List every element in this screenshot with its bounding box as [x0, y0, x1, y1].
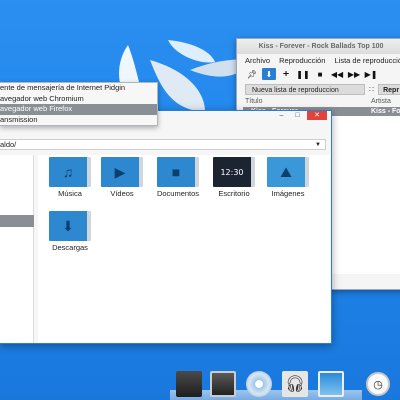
maximize-icon[interactable]: □: [292, 111, 303, 120]
folder-downloads[interactable]: ⬇ Descargas: [44, 211, 96, 252]
folder-icon-box: ▶: [101, 157, 143, 187]
picture-app-icon[interactable]: [318, 371, 344, 397]
folder-icon-box: ♫: [49, 157, 91, 187]
column-title[interactable]: Título: [245, 97, 371, 107]
shuffle-icon[interactable]: ⬇: [262, 68, 276, 80]
menu-archivo[interactable]: Archivo: [245, 56, 270, 65]
menu-item-chromium[interactable]: avegador web Chromium: [0, 94, 157, 105]
folder-label: Vídeos: [110, 189, 134, 198]
playlist-header: Título Artista: [237, 97, 400, 107]
stop-icon[interactable]: ■: [313, 68, 327, 80]
menu-lista[interactable]: Lista de reproducción: [334, 56, 400, 65]
image-icon: ⛰: [280, 163, 292, 180]
terminal-app-icon[interactable]: [176, 371, 202, 397]
player-title: Kiss - Forever - Rock Ballads Top 100: [237, 39, 400, 54]
headphones-app-icon[interactable]: 🎧︎: [282, 371, 308, 397]
menu-item-pidgin[interactable]: ente de mensajería de Internet Pidgin: [0, 83, 157, 94]
close-icon[interactable]: ✕: [307, 111, 327, 120]
sidebar-selected-item[interactable]: [0, 215, 34, 227]
player-toolbar: 📌︎ ⬇ ➕︎ ❚❚ ■ ◀◀ ▶▶ ▶❚: [237, 67, 400, 81]
folder-label: Escritorio: [218, 189, 250, 198]
folder-icon-box: ⛰: [267, 157, 309, 187]
monitor-app-icon[interactable]: [210, 371, 236, 397]
folder-images[interactable]: ⛰ Imágenes: [262, 157, 314, 198]
forward-icon[interactable]: ▶▶: [347, 68, 361, 80]
places-sidebar[interactable]: [0, 155, 34, 343]
folder-label: Descargas: [52, 243, 88, 252]
context-menu: ente de mensajería de Internet Pidgin av…: [0, 82, 158, 126]
repeat-button[interactable]: Repr: [378, 83, 400, 95]
pause-icon[interactable]: ❚❚: [296, 68, 310, 80]
folder-videos[interactable]: ▶ Vídeos: [96, 157, 148, 198]
chevron-down-icon[interactable]: ▼: [315, 140, 321, 150]
track-artist: Kiss - Fo: [371, 108, 400, 115]
grid-icon[interactable]: ∷: [369, 85, 374, 94]
path-text: aldo/: [0, 140, 17, 149]
document-icon: ■: [171, 164, 181, 180]
folder-icon-box: ■: [157, 157, 199, 187]
path-bar[interactable]: aldo/ ▼: [0, 139, 326, 150]
folder-documents[interactable]: ■ Documentos: [152, 157, 204, 198]
folder-desktop[interactable]: 12:30 Escritorio: [208, 157, 260, 198]
desktop-icon: 12:30: [220, 167, 244, 177]
folder-label: Imágenes: [271, 189, 305, 198]
rewind-icon[interactable]: ◀◀: [330, 68, 344, 80]
menu-item-transmission[interactable]: ansmission: [0, 115, 157, 126]
menu-reproduccion[interactable]: Reproducción: [279, 56, 325, 65]
player-menubar: Archivo Reproducción Lista de reproducci…: [237, 54, 400, 67]
video-icon: ▶: [114, 163, 126, 180]
pin-icon[interactable]: 📌︎: [245, 68, 259, 80]
next-icon[interactable]: ▶❚: [364, 68, 378, 80]
folder-view[interactable]: ♫ Música ▶ Vídeos ■ Documentos 12:30 Esc…: [38, 155, 330, 343]
folder-music[interactable]: ♫ Música: [44, 157, 96, 198]
minimize-icon[interactable]: –: [276, 111, 287, 120]
dock: 🎧︎ ◷: [170, 368, 400, 400]
file-manager-window[interactable]: – □ ✕ aldo/ ▼ ♫ Música ▶ Vídeos ■ Docume…: [0, 110, 332, 344]
column-artist[interactable]: Artista: [371, 97, 391, 107]
disc-app-icon[interactable]: [246, 371, 272, 397]
music-icon: ♫: [62, 164, 74, 180]
playlist-row: Nueva lista de reproduccion ∷ Repr: [237, 81, 400, 97]
download-icon: ⬇: [62, 217, 74, 234]
menu-item-firefox[interactable]: avegador web Firefox: [0, 104, 157, 115]
add-icon[interactable]: ➕︎: [279, 68, 293, 80]
clock-app-icon[interactable]: ◷: [366, 372, 390, 396]
folder-label: Música: [58, 189, 82, 198]
folder-icon-box: 12:30: [213, 157, 255, 187]
playlist-select[interactable]: Nueva lista de reproduccion: [245, 83, 365, 95]
folder-label: Documentos: [156, 189, 200, 198]
folder-icon-box: ⬇: [49, 211, 91, 241]
